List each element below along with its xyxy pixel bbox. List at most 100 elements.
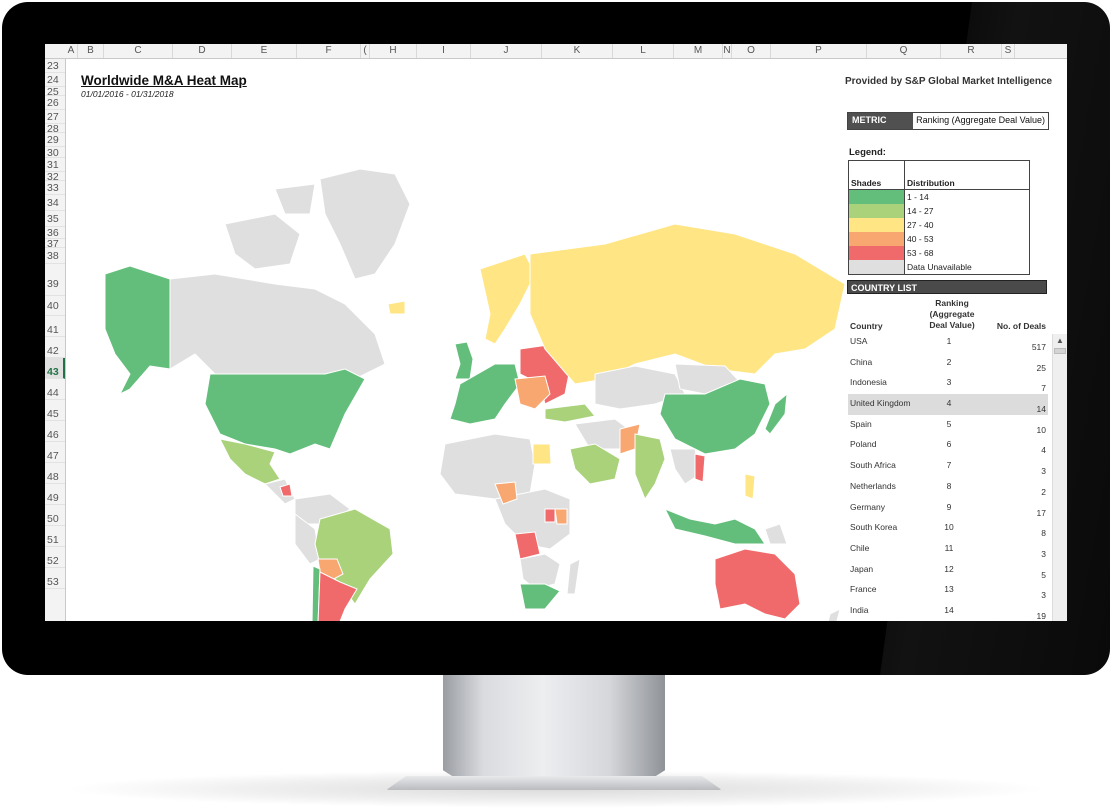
country-list-scrollbar[interactable]: ▲ xyxy=(1052,334,1067,621)
row-header-29[interactable]: 29 xyxy=(45,133,65,147)
legend-swatch xyxy=(849,260,905,274)
country-row[interactable]: Germany 9 17 xyxy=(848,498,1048,519)
column-header-H[interactable]: H xyxy=(370,44,417,58)
row-header-45[interactable]: 45 xyxy=(45,400,65,421)
row-header-39[interactable]: 39 xyxy=(45,264,65,296)
column-header-([interactable]: ( xyxy=(361,44,370,58)
map-region-scandinavia[interactable] xyxy=(479,253,536,345)
column-header-C[interactable]: C xyxy=(104,44,173,58)
column-header-N[interactable]: N xyxy=(723,44,732,58)
row-header-35[interactable]: 35 xyxy=(45,211,65,227)
metric-selector[interactable]: METRIC Ranking (Aggregate Deal Value) xyxy=(847,112,1049,130)
country-rank: 2 xyxy=(946,356,952,367)
map-region-iceland[interactable] xyxy=(387,300,406,315)
map-region-russia[interactable] xyxy=(529,223,845,385)
row-header-40[interactable]: 40 xyxy=(45,296,65,316)
country-rank: 6 xyxy=(946,439,952,450)
row-header-41[interactable]: 41 xyxy=(45,316,65,337)
country-row[interactable]: France 13 3 xyxy=(848,580,1048,601)
row-header-46[interactable]: 46 xyxy=(45,421,65,442)
column-header-L[interactable]: L xyxy=(613,44,674,58)
row-header-47[interactable]: 47 xyxy=(45,442,65,463)
row-header-30[interactable]: 30 xyxy=(45,147,65,159)
country-row[interactable]: United Kingdom 4 14 xyxy=(848,394,1048,415)
row-header-44[interactable]: 44 xyxy=(45,379,65,400)
row-header-24[interactable]: 24 xyxy=(45,73,65,87)
row-header-43[interactable]: 43 xyxy=(45,358,65,379)
row-header-37[interactable]: 37 xyxy=(45,239,65,250)
map-region-saudi-arabia[interactable] xyxy=(569,443,621,485)
row-header-52[interactable]: 52 xyxy=(45,547,65,568)
row-header-28[interactable]: 28 xyxy=(45,124,65,135)
map-region-madagascar[interactable] xyxy=(566,558,581,595)
row-header-38[interactable]: 38 xyxy=(45,248,65,264)
map-region-turkey[interactable] xyxy=(544,403,596,423)
row-header-51[interactable]: 51 xyxy=(45,526,65,547)
row-header-42[interactable]: 42 xyxy=(45,337,65,358)
row-header-53[interactable]: 53 xyxy=(45,568,65,589)
row-header-33[interactable]: 33 xyxy=(45,181,65,195)
row-header-32[interactable]: 32 xyxy=(45,172,65,183)
country-row[interactable]: China 2 25 xyxy=(848,353,1048,374)
country-row[interactable]: Indonesia 3 7 xyxy=(848,373,1048,394)
map-region-new-zealand[interactable] xyxy=(825,608,841,621)
column-header-Q[interactable]: Q xyxy=(867,44,941,58)
map-region-uganda[interactable] xyxy=(544,508,556,523)
row-header-49[interactable]: 49 xyxy=(45,484,65,505)
country-row[interactable]: Chile 11 3 xyxy=(848,539,1048,560)
column-header-D[interactable]: D xyxy=(173,44,232,58)
country-row[interactable]: Japan 12 5 xyxy=(848,560,1048,581)
country-row[interactable]: India 14 19 xyxy=(848,601,1048,621)
row-header-34[interactable]: 34 xyxy=(45,195,65,211)
monitor-stand xyxy=(443,675,665,787)
country-rank: 9 xyxy=(946,501,952,512)
col-ranking: Ranking (Aggregate Deal Value) xyxy=(929,298,975,330)
map-region-angola[interactable] xyxy=(514,531,541,560)
map-region-alaska[interactable] xyxy=(104,265,171,396)
map-region-egypt[interactable] xyxy=(532,443,552,465)
map-region-south-africa[interactable] xyxy=(519,583,561,610)
map-region-kenya[interactable] xyxy=(554,508,568,525)
column-header-K[interactable]: K xyxy=(542,44,613,58)
row-header-23[interactable]: 23 xyxy=(45,59,65,73)
row-header-31[interactable]: 31 xyxy=(45,158,65,172)
column-header-E[interactable]: E xyxy=(232,44,297,58)
map-region-canada[interactable] xyxy=(169,273,386,390)
column-header-J[interactable]: J xyxy=(471,44,542,58)
country-name: Spain xyxy=(850,418,872,429)
column-header-I[interactable]: I xyxy=(417,44,471,58)
row-header-25[interactable]: 25 xyxy=(45,87,65,98)
country-row[interactable]: Poland 6 4 xyxy=(848,435,1048,456)
map-region-india[interactable] xyxy=(634,433,666,501)
map-region-arctic-islands[interactable] xyxy=(224,183,316,270)
column-header-B[interactable]: B xyxy=(78,44,104,58)
scroll-thumb[interactable] xyxy=(1054,348,1066,354)
legend-title: Legend: xyxy=(849,147,886,158)
country-row[interactable]: Spain 5 10 xyxy=(848,415,1048,436)
map-region-papua[interactable] xyxy=(764,523,788,545)
column-header-A[interactable]: A xyxy=(65,44,78,58)
map-region-vietnam[interactable] xyxy=(694,453,706,483)
row-header-27[interactable]: 27 xyxy=(45,110,65,124)
column-header-M[interactable]: M xyxy=(674,44,723,58)
column-header-R[interactable]: R xyxy=(941,44,1002,58)
column-header-O[interactable]: O xyxy=(732,44,771,58)
map-region-australia[interactable] xyxy=(714,548,801,620)
country-row[interactable]: South Korea 10 8 xyxy=(848,518,1048,539)
country-row[interactable]: Netherlands 8 2 xyxy=(848,477,1048,498)
map-region-uk[interactable] xyxy=(454,341,474,380)
country-row[interactable]: USA 1 517 xyxy=(848,332,1048,353)
row-header-48[interactable]: 48 xyxy=(45,463,65,484)
row-header-26[interactable]: 26 xyxy=(45,96,65,110)
column-header-F[interactable]: F xyxy=(297,44,361,58)
map-region-greenland[interactable] xyxy=(319,168,411,280)
map-region-philippines[interactable] xyxy=(744,473,756,500)
row-header-50[interactable]: 50 xyxy=(45,505,65,526)
country-row[interactable]: South Africa 7 3 xyxy=(848,456,1048,477)
map-region-indonesia[interactable] xyxy=(663,508,766,545)
column-header-S[interactable]: S xyxy=(1002,44,1015,58)
scroll-up-arrow-icon[interactable]: ▲ xyxy=(1056,336,1064,345)
column-header-P[interactable]: P xyxy=(771,44,867,58)
map-region-north-africa[interactable] xyxy=(439,433,536,500)
metric-value-dropdown[interactable]: Ranking (Aggregate Deal Value) xyxy=(913,113,1048,129)
